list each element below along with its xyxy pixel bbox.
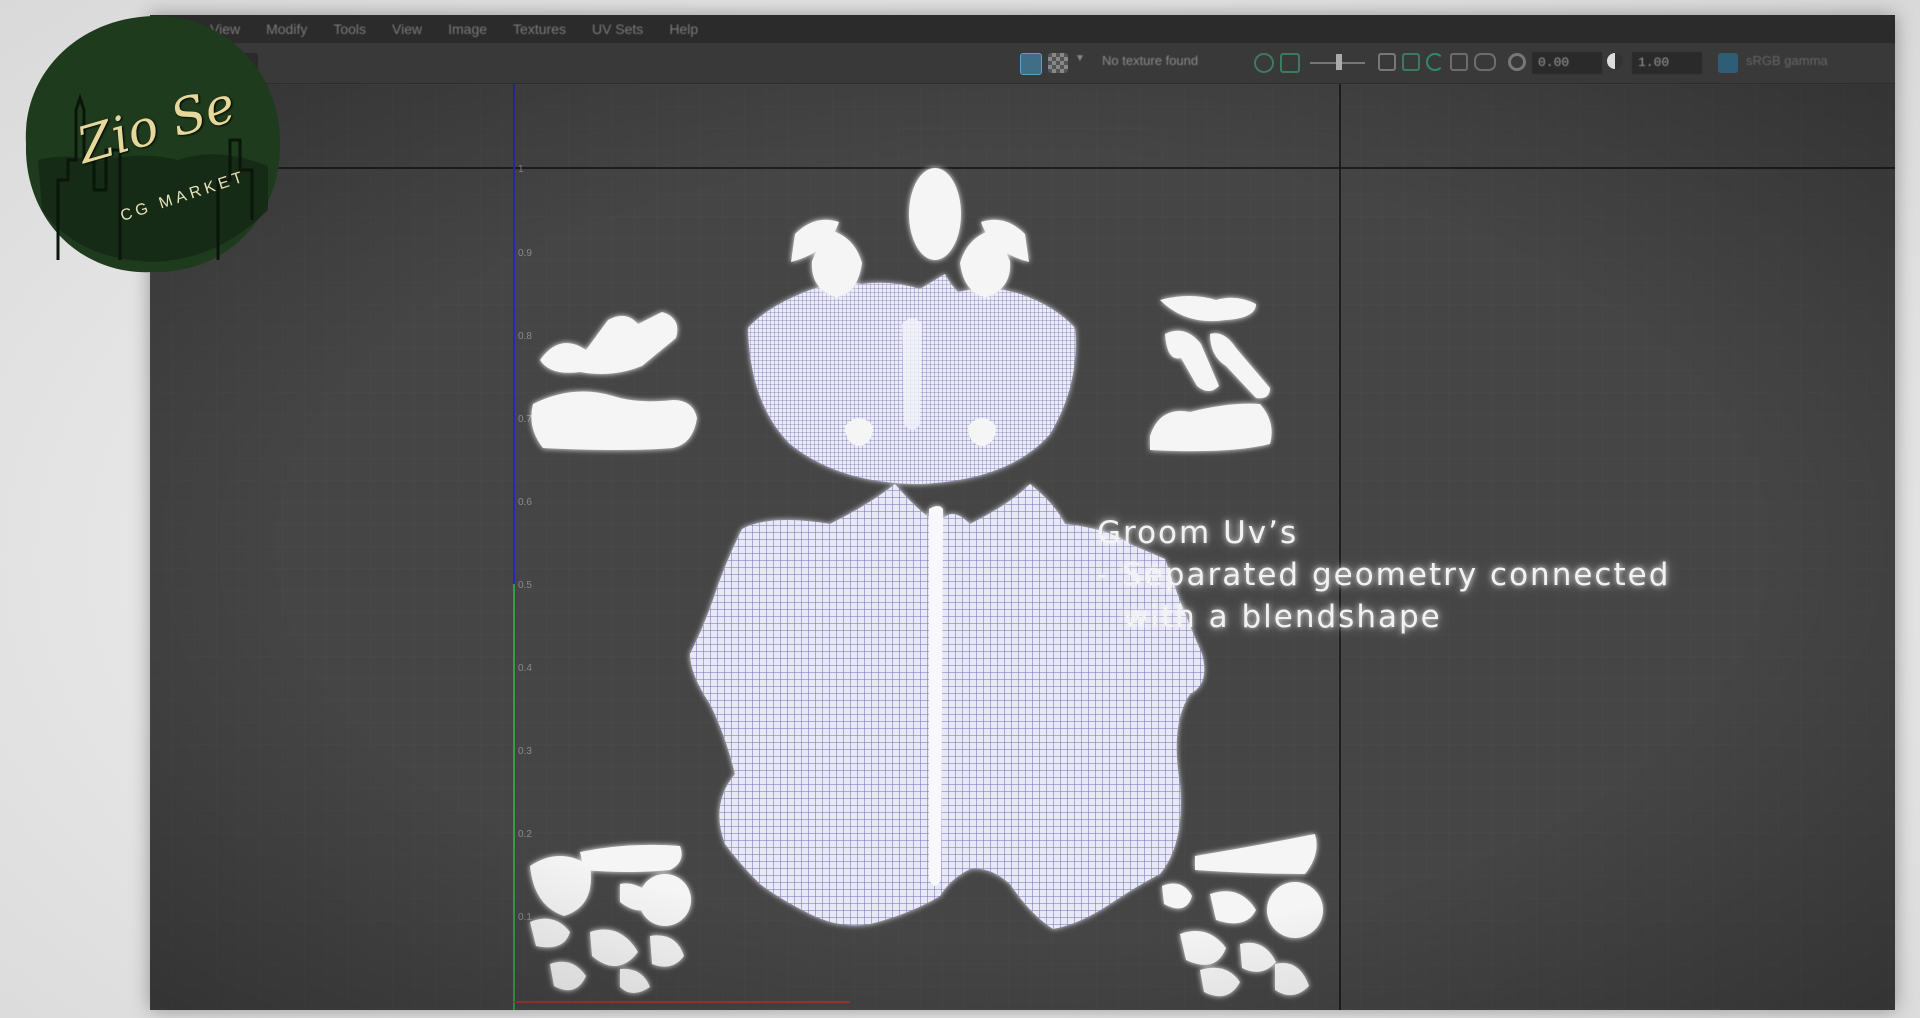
gamma-field[interactable]: 1.00 <box>1632 52 1702 74</box>
v-tick: 0.5 <box>518 580 532 591</box>
v-tick: 0.3 <box>518 746 532 757</box>
view-transform-icon[interactable] <box>1718 53 1738 73</box>
menu-help[interactable]: Help <box>669 21 698 37</box>
uv-seam-body <box>929 506 943 886</box>
annotation-overlay: Groom Uv’s - Separated geometry connecte… <box>1097 512 1670 638</box>
v-tick: 0.6 <box>518 497 532 508</box>
uv-fragment[interactable] <box>639 874 691 926</box>
uv-shell-paw-left[interactable] <box>531 391 697 451</box>
image-icon[interactable] <box>1280 53 1300 73</box>
exposure-slider-handle[interactable] <box>1336 54 1342 70</box>
menu-textures[interactable]: Textures <box>513 21 566 37</box>
uv-seam-head <box>902 318 922 430</box>
v-tick: 0.9 <box>518 248 532 259</box>
colorspace-label[interactable]: sRGB gamma <box>1746 53 1828 73</box>
image-display-icon[interactable] <box>1020 53 1042 75</box>
v-tick: 1 <box>518 164 524 175</box>
v-tick: 0.1 <box>518 912 532 923</box>
v-tick: 0.7 <box>518 414 532 425</box>
annotation-line: with a blendshape <box>1123 599 1442 635</box>
menu-tools[interactable]: Tools <box>333 21 366 37</box>
menu-image[interactable]: Image <box>448 21 487 37</box>
v-tick: 0.2 <box>518 829 532 840</box>
menu-uv-sets[interactable]: UV Sets <box>592 21 643 37</box>
uv-fragment[interactable] <box>1267 882 1323 938</box>
uv-shell-nose[interactable] <box>909 168 961 260</box>
shaded-uv-icon[interactable] <box>1254 53 1274 73</box>
isolate-select-icon[interactable] <box>1378 53 1396 71</box>
checker-icon[interactable] <box>1048 53 1068 73</box>
annotation-line: - Separated geometry connected <box>1097 557 1671 593</box>
gamma-icon[interactable] <box>1607 53 1623 69</box>
chevron-down-icon[interactable]: ▼ <box>1075 53 1085 73</box>
v-tick: 0.8 <box>518 331 532 342</box>
uv-snapshot-icon[interactable] <box>1402 53 1420 71</box>
uv-toolbar: ▼ No texture found 0.00 1.00 sRGB gamma <box>150 43 1895 84</box>
uv-borders-icon[interactable] <box>1450 53 1468 71</box>
exposure-icon[interactable] <box>1508 53 1526 71</box>
menu-view-2[interactable]: View <box>392 21 422 37</box>
rgb-channels-icon[interactable] <box>1474 53 1496 71</box>
menu-bar: View Modify Tools View Image Textures UV… <box>150 15 1895 43</box>
annotation-title: Groom Uv’s <box>1097 515 1299 551</box>
texture-status: No texture found <box>1102 53 1199 68</box>
exposure-field[interactable]: 0.00 <box>1532 52 1602 74</box>
v-tick: 0.4 <box>518 663 532 674</box>
brand-logo: Zio Se CG MARKET <box>18 10 288 280</box>
distortion-icon[interactable] <box>1426 53 1444 71</box>
